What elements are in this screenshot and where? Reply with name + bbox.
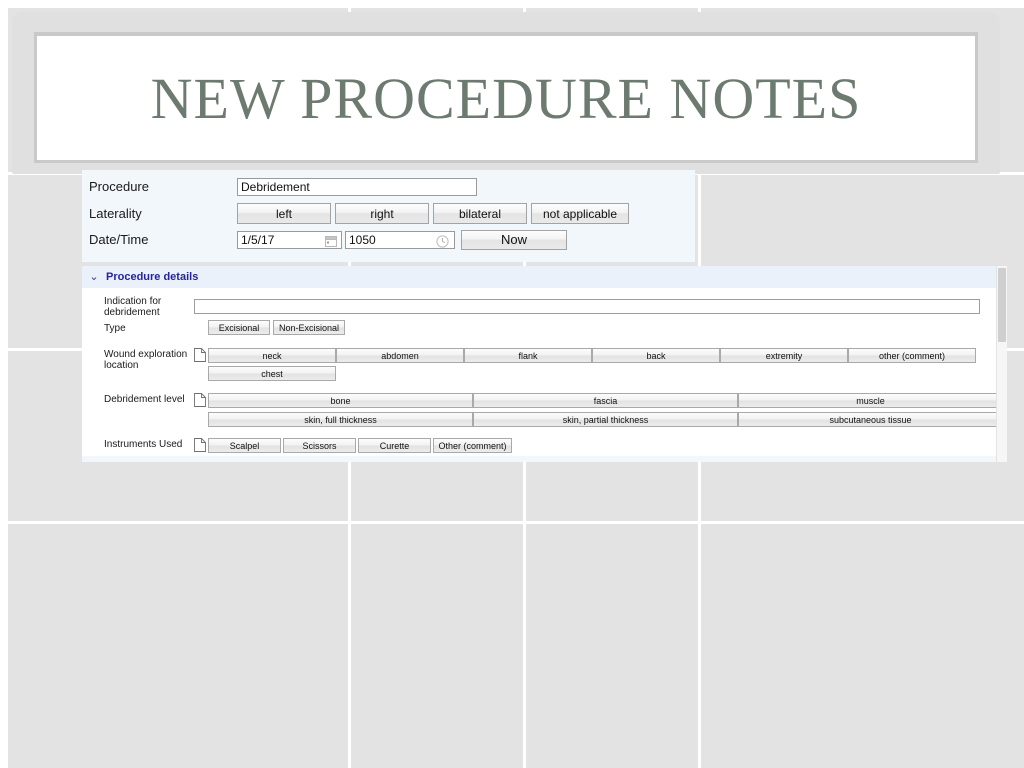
time-field-value: 1050 bbox=[349, 232, 376, 247]
instrument-option-curette[interactable]: Curette bbox=[358, 438, 431, 453]
grid-edge-left bbox=[0, 0, 8, 768]
time-field[interactable]: 1050 bbox=[345, 230, 455, 249]
title-frame: NEW PROCEDURE NOTES bbox=[12, 12, 1000, 174]
debridement-level-row: Debridement level bone fascia muscle ski… bbox=[82, 393, 1007, 427]
date-field[interactable]: 1/5/17 bbox=[237, 230, 342, 249]
procedure-input-value: Debridement bbox=[241, 179, 310, 194]
instruments-row: Instruments Used Scalpel Scissors Curett… bbox=[82, 438, 1007, 453]
calendar-icon bbox=[325, 235, 337, 247]
debridement-level-option-bone[interactable]: bone bbox=[208, 393, 473, 408]
laterality-option-not-applicable[interactable]: not applicable bbox=[531, 203, 629, 224]
title-background: NEW PROCEDURE NOTES bbox=[37, 36, 975, 160]
laterality-label: Laterality bbox=[89, 206, 142, 221]
procedure-label: Procedure bbox=[89, 179, 149, 194]
indication-row: Indication for debridement bbox=[82, 294, 1007, 318]
procedure-header-form: Procedure Debridement Laterality left ri… bbox=[82, 170, 695, 262]
debridement-level-option-fascia[interactable]: fascia bbox=[473, 393, 738, 408]
document-icon bbox=[194, 438, 206, 452]
clock-icon bbox=[436, 234, 449, 248]
document-icon bbox=[194, 348, 206, 362]
grid-line-horizontal bbox=[0, 521, 1024, 524]
indication-label: Indication for debridement bbox=[104, 296, 162, 318]
procedure-row: Procedure Debridement bbox=[82, 173, 695, 200]
type-option-excisional[interactable]: Excisional bbox=[208, 320, 270, 335]
wound-location-option-neck[interactable]: neck bbox=[208, 348, 336, 363]
wound-location-option-back[interactable]: back bbox=[592, 348, 720, 363]
chevron-down-icon[interactable]: ⌄ bbox=[86, 271, 102, 283]
wound-location-option-flank[interactable]: flank bbox=[464, 348, 592, 363]
grid-edge-top bbox=[0, 0, 1024, 8]
indication-input[interactable] bbox=[194, 298, 980, 314]
procedure-input[interactable]: Debridement bbox=[237, 177, 477, 196]
type-row: Type Excisional Non-Excisional bbox=[82, 320, 1007, 335]
instruments-label: Instruments Used bbox=[104, 439, 183, 450]
laterality-option-right[interactable]: right bbox=[335, 203, 429, 224]
debridement-level-option-subcutaneous[interactable]: subcutaneous tissue bbox=[738, 412, 1003, 427]
wound-location-option-abdomen[interactable]: abdomen bbox=[336, 348, 464, 363]
datetime-label: Date/Time bbox=[89, 232, 149, 247]
title-inner-border: NEW PROCEDURE NOTES bbox=[34, 32, 978, 163]
instrument-option-scalpel[interactable]: Scalpel bbox=[208, 438, 281, 453]
procedure-details-body: Indication for debridement Type Excision… bbox=[82, 288, 1007, 462]
page-title: NEW PROCEDURE NOTES bbox=[150, 65, 862, 131]
procedure-details-title: Procedure details bbox=[106, 271, 199, 283]
type-label: Type bbox=[104, 323, 126, 334]
type-option-non-excisional[interactable]: Non-Excisional bbox=[273, 320, 345, 335]
wound-location-option-chest[interactable]: chest bbox=[208, 366, 336, 381]
wound-location-option-extremity[interactable]: extremity bbox=[720, 348, 848, 363]
vertical-scrollbar[interactable] bbox=[996, 266, 1007, 462]
now-button[interactable]: Now bbox=[461, 229, 567, 250]
instrument-option-scissors[interactable]: Scissors bbox=[283, 438, 356, 453]
date-field-value: 1/5/17 bbox=[241, 232, 275, 247]
wound-location-label: Wound exploration location bbox=[104, 349, 188, 371]
debridement-level-option-skin-partial[interactable]: skin, partial thickness bbox=[473, 412, 738, 427]
debridement-level-label: Debridement level bbox=[104, 394, 185, 405]
laterality-option-left[interactable]: left bbox=[237, 203, 331, 224]
panel-footer-strip bbox=[82, 456, 1007, 462]
scrollbar-thumb[interactable] bbox=[998, 268, 1006, 342]
debridement-level-option-muscle[interactable]: muscle bbox=[738, 393, 1003, 408]
wound-location-option-other[interactable]: other (comment) bbox=[848, 348, 976, 363]
wound-location-row: Wound exploration location neck abdomen … bbox=[82, 348, 1007, 381]
document-icon bbox=[194, 393, 206, 407]
debridement-level-option-skin-full[interactable]: skin, full thickness bbox=[208, 412, 473, 427]
laterality-option-bilateral[interactable]: bilateral bbox=[433, 203, 527, 224]
slide-canvas: NEW PROCEDURE NOTES Procedure Debridemen… bbox=[0, 0, 1024, 768]
procedure-details-header[interactable]: ⌄ Procedure details bbox=[82, 266, 1007, 288]
laterality-row: Laterality left right bilateral not appl… bbox=[82, 200, 695, 227]
procedure-details-panel: ⌄ Procedure details Indication for debri… bbox=[82, 266, 1007, 462]
instrument-option-other[interactable]: Other (comment) bbox=[433, 438, 512, 453]
datetime-row: Date/Time 1/5/17 1050 Now bbox=[82, 226, 695, 253]
